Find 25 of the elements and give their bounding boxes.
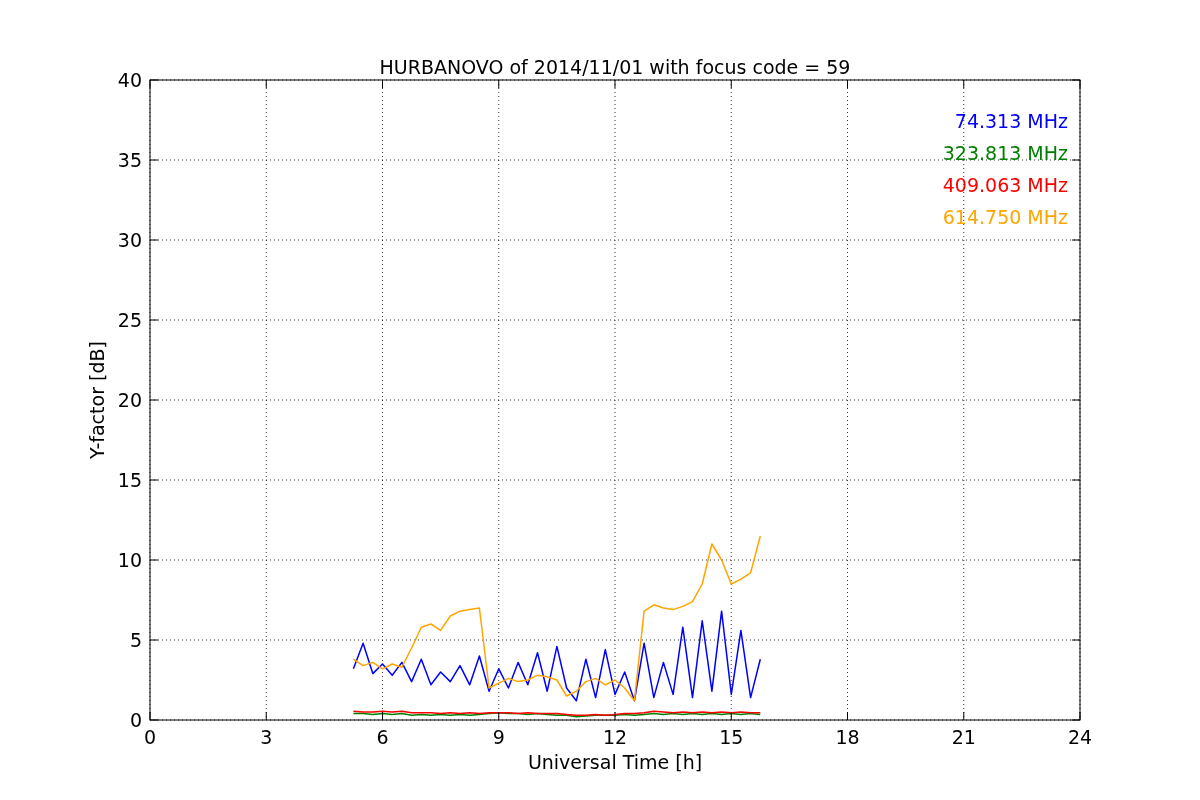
tick-label: 15 xyxy=(117,469,142,491)
tick-label: 15 xyxy=(719,726,744,748)
tick-label: 3 xyxy=(260,726,273,748)
tick-label: 30 xyxy=(117,229,142,251)
axis-title: Y-factor [dB] xyxy=(86,341,108,459)
tick-label: 21 xyxy=(951,726,976,748)
tick-label: 35 xyxy=(117,149,142,171)
legend-label: 74.313 MHz xyxy=(954,110,1068,132)
axis-title: Universal Time [h] xyxy=(527,751,703,773)
tick-label: 6 xyxy=(376,726,389,748)
tick-label: 40 xyxy=(117,69,142,91)
tick-label: 25 xyxy=(117,309,142,331)
tick-label: 0 xyxy=(129,709,142,731)
tick-label: 9 xyxy=(492,726,505,748)
legend-label: 614.750 MHz xyxy=(942,206,1068,228)
tick-label: 18 xyxy=(835,726,860,748)
tick-label: 24 xyxy=(1067,726,1093,748)
legend-label: 323.813 MHz xyxy=(942,142,1068,164)
tick-label: 5 xyxy=(129,629,142,651)
tick-label: 20 xyxy=(117,389,142,411)
legend-label: 409.063 MHz xyxy=(942,174,1068,196)
tick-label: 10 xyxy=(117,549,142,571)
chart-title: HURBANOVO of 2014/11/01 with focus code = 59 xyxy=(379,56,851,78)
tick-label: 12 xyxy=(602,726,628,748)
tick-label: 0 xyxy=(143,726,157,748)
